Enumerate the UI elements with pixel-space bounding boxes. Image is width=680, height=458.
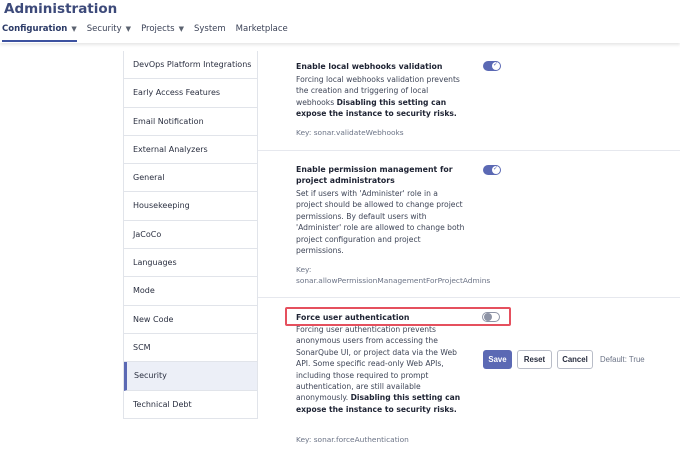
sidebar-item-early-access[interactable]: Early Access Features [124,79,257,108]
sidebar-item-jacoco[interactable]: JaCoCo [124,220,257,250]
setting-title: Enable local webhooks validation [296,62,443,71]
setting-key: Key: sonar.allowPermissionManagementForP… [296,264,496,286]
settings-category-sidebar: DevOps Platform Integrations Early Acces… [123,51,258,419]
check-icon: ✓ [493,165,499,172]
sidebar-item-email-notification[interactable]: Email Notification [124,107,257,136]
setting-description: Forcing local webhooks validation preven… [296,74,466,120]
nav-projects[interactable]: Projects ▼ [141,22,184,36]
toggle-knob: ✓ [492,61,500,70]
sidebar-item-security[interactable]: Security [124,362,257,391]
setting-description-text: Forcing user authentication prevents ano… [296,325,457,403]
sidebar-item-technical-debt[interactable]: Technical Debt [124,390,257,419]
setting-key: Key: sonar.forceAuthentication [296,435,409,444]
sidebar-item-general[interactable]: General [124,164,257,193]
nav-marketplace-label: Marketplace [235,24,288,34]
reset-button[interactable]: Reset [517,350,552,369]
setting-description: Forcing user authentication prevents ano… [296,324,466,415]
permission-management-toggle[interactable]: ✓ [483,165,501,175]
sidebar-item-housekeeping[interactable]: Housekeeping [124,192,257,221]
nav-security[interactable]: Security ▼ [87,22,131,36]
nav-system[interactable]: System [194,22,226,36]
setting-description: Set if users with 'Administer' role in a… [296,189,465,256]
nav-configuration-label: Configuration [2,24,68,34]
setting-key: Key: sonar.validateWebhooks [296,128,404,137]
cancel-button[interactable]: Cancel [557,350,593,369]
check-icon: ✓ [493,61,499,68]
toggle-knob: ✓ [492,165,500,174]
sidebar-item-scm[interactable]: SCM [124,333,257,363]
sidebar-item-new-code[interactable]: New Code [124,305,257,334]
nav-projects-label: Projects [141,24,175,34]
setting-key-value: sonar.allowPermissionManagementForProjec… [296,276,491,285]
webhooks-toggle[interactable]: ✓ [483,61,501,71]
default-value-label: Default: True [600,355,645,364]
sidebar-item-devops[interactable]: DevOps Platform Integrations [124,51,257,80]
nav-marketplace[interactable]: Marketplace [236,22,288,36]
save-button[interactable]: Save [483,350,512,369]
settings-content: Enable local webhooks validation Forcing… [258,43,680,458]
sidebar-item-mode[interactable]: Mode [124,277,257,306]
setting-permission-management: Enable permission management for project… [258,151,680,298]
top-header: Administration Configuration ▼ Security … [0,0,680,43]
nav-system-label: System [193,24,226,34]
chevron-down-icon: ▼ [71,25,77,33]
chevron-down-icon: ▼ [125,25,132,33]
sidebar-item-external-analyzers[interactable]: External Analyzers [124,135,257,165]
chevron-down-icon: ▼ [178,25,184,33]
highlight-box [285,307,511,326]
setting-key-label: Key: [296,265,312,274]
nav-configuration[interactable]: Configuration ▼ [2,22,77,42]
sidebar-item-languages[interactable]: Languages [124,249,257,278]
setting-webhooks: Enable local webhooks validation Forcing… [258,43,680,151]
admin-nav: Configuration ▼ Security ▼ Projects ▼ Sy… [2,22,298,42]
setting-title: Enable permission management for project… [296,165,453,185]
page-title: Administration [4,1,118,17]
nav-security-label: Security [86,24,122,34]
